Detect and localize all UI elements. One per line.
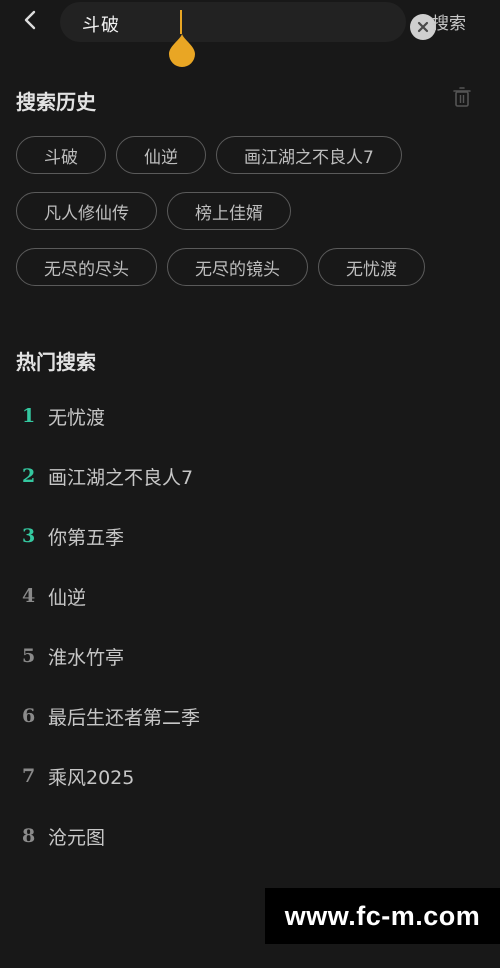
history-row: 斗破 仙逆 画江湖之不良人7	[16, 136, 486, 174]
search-button[interactable]: 搜索	[432, 9, 466, 34]
history-chip[interactable]: 无忧渡	[318, 248, 425, 286]
history-chips: 斗破 仙逆 画江湖之不良人7 凡人修仙传 榜上佳婿 无尽的尽头 无尽的镜头 无忧…	[16, 136, 486, 304]
cursor-handle-icon[interactable]	[168, 32, 196, 68]
hot-rank: 8	[22, 825, 36, 847]
hot-rank: 7	[22, 765, 36, 787]
history-row: 凡人修仙传 榜上佳婿	[16, 192, 486, 230]
history-chip[interactable]: 榜上佳婿	[167, 192, 291, 230]
hot-rank: 5	[22, 645, 36, 667]
hot-search-item[interactable]: 6 最后生还者第二季	[0, 686, 500, 746]
hot-search-item[interactable]: 8 沧元图	[0, 806, 500, 866]
hot-search-item[interactable]: 3 你第五季	[0, 506, 500, 566]
hot-title: 淮水竹亭	[48, 646, 125, 669]
search-input-box[interactable]: 斗破	[60, 2, 436, 67]
hot-title: 无忧渡	[48, 406, 106, 429]
hot-search-item[interactable]: 5 淮水竹亭	[0, 626, 500, 686]
hot-search-list: 1 无忧渡 2 画江湖之不良人7 3 你第五季 4 仙逆 5 淮水竹亭 6 最后…	[0, 386, 500, 866]
history-chip[interactable]: 斗破	[16, 136, 106, 174]
history-chip[interactable]: 凡人修仙传	[16, 192, 157, 230]
close-icon	[417, 21, 429, 33]
text-cursor	[180, 10, 182, 34]
chevron-left-icon	[24, 10, 36, 30]
hot-title: 沧元图	[48, 826, 106, 849]
hot-title: 最后生还者第二季	[48, 706, 201, 729]
hot-rank: 3	[22, 525, 36, 547]
hot-search-item[interactable]: 7 乘风2025	[0, 746, 500, 806]
hot-rank: 4	[22, 585, 36, 607]
hot-search-item[interactable]: 4 仙逆	[0, 566, 500, 626]
history-chip[interactable]: 仙逆	[116, 136, 206, 174]
hot-search-title: 热门搜索	[16, 350, 96, 374]
hot-title: 画江湖之不良人7	[48, 466, 194, 489]
history-title: 搜索历史	[16, 90, 96, 114]
hot-rank: 6	[22, 705, 36, 727]
hot-search-item[interactable]: 1 无忧渡	[0, 386, 500, 446]
search-header: 斗破 搜索	[0, 0, 500, 67]
search-input[interactable]: 斗破	[82, 11, 120, 37]
back-button[interactable]	[14, 4, 46, 36]
hot-title: 乘风2025	[48, 766, 135, 789]
history-chip[interactable]: 无尽的尽头	[16, 248, 157, 286]
history-row: 无尽的尽头 无尽的镜头 无忧渡	[16, 248, 486, 286]
hot-search-item[interactable]: 2 画江湖之不良人7	[0, 446, 500, 506]
history-chip[interactable]: 无尽的镜头	[167, 248, 308, 286]
watermark: www.fc-m.com	[265, 888, 500, 944]
hot-title: 仙逆	[48, 586, 87, 609]
hot-rank: 1	[22, 405, 36, 427]
trash-icon[interactable]	[452, 86, 472, 108]
search-page: 斗破 搜索 搜索历史 斗破 仙逆 画江湖之不良人7 凡人修仙传 榜上佳婿 无尽的…	[0, 0, 500, 968]
hot-title: 你第五季	[48, 526, 125, 549]
hot-rank: 2	[22, 465, 36, 487]
history-chip[interactable]: 画江湖之不良人7	[216, 136, 402, 174]
